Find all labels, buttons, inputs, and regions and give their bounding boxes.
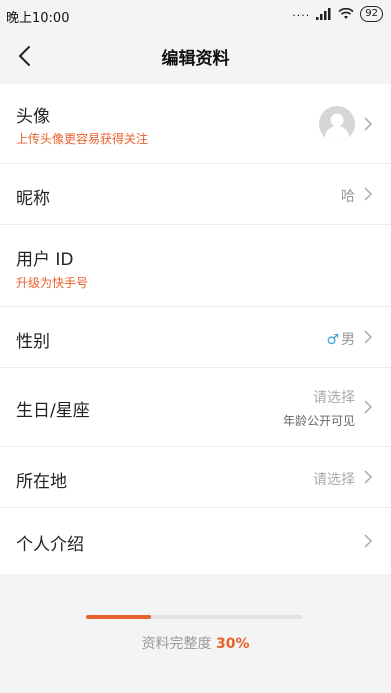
avatar-row[interactable]: 头像 上传头像更容易获得关注 — [0, 84, 391, 164]
chevron-right-icon — [363, 187, 373, 201]
chevron-right-icon — [363, 330, 373, 344]
avatar-hint: 上传头像更容易获得关注 — [16, 132, 149, 146]
signal-dots-icon: .... — [292, 5, 311, 19]
nickname-value: 哈 — [341, 189, 355, 205]
gender-value: 男 — [341, 332, 355, 348]
male-icon: ♂ — [326, 332, 339, 348]
status-time: 晚上10:00 — [6, 11, 70, 26]
completion-progress-fill — [86, 615, 151, 619]
avatar[interactable] — [319, 106, 355, 142]
completion-progress-bar — [86, 615, 302, 619]
location-row[interactable]: 所在地 请选择 — [0, 447, 391, 508]
userid-label: 用户 ID — [16, 250, 74, 270]
bio-label: 个人介绍 — [16, 535, 84, 555]
avatar-label: 头像 — [16, 107, 50, 127]
completion-label: 资料完整度 — [141, 636, 212, 652]
birthday-label: 生日/星座 — [16, 401, 90, 421]
signal-bars-icon — [316, 8, 331, 20]
nav-bar: 编辑资料 — [0, 30, 391, 82]
bio-row[interactable]: 个人介绍 — [0, 508, 391, 574]
status-icons: .... 92 — [292, 6, 383, 22]
chevron-right-icon — [363, 470, 373, 484]
location-value: 请选择 — [313, 472, 355, 488]
nickname-row[interactable]: 昵称 哈 — [0, 164, 391, 225]
nickname-label: 昵称 — [16, 189, 50, 209]
birthday-value: 请选择 — [313, 390, 355, 406]
wifi-icon — [338, 8, 354, 19]
profile-fields-list: 头像 上传头像更容易获得关注 昵称 哈 用户 ID 升级为快手号 性别 ♂男 — [0, 84, 391, 574]
userid-upgrade-link[interactable]: 升级为快手号 — [16, 274, 88, 291]
userid-row[interactable]: 用户 ID 升级为快手号 — [0, 225, 391, 307]
completion-text: 资料完整度 30% — [0, 633, 391, 653]
default-avatar-icon — [319, 106, 355, 142]
birthday-visibility-note: 年龄公开可见 — [282, 414, 355, 428]
chevron-right-icon — [363, 534, 373, 548]
birthday-row[interactable]: 生日/星座 请选择 年龄公开可见 — [0, 368, 391, 447]
gender-value-group: ♂ 男 — [326, 329, 355, 349]
location-label: 所在地 — [16, 472, 67, 492]
chevron-right-icon — [363, 117, 373, 131]
profile-completion: 资料完整度 30% — [0, 575, 391, 693]
gender-label: 性别 — [16, 332, 50, 352]
completion-percent: 30% — [215, 636, 250, 652]
chevron-right-icon — [363, 400, 373, 414]
battery-icon: 92 — [360, 6, 383, 22]
gender-row[interactable]: 性别 ♂ 男 — [0, 307, 391, 368]
page-title: 编辑资料 — [161, 49, 230, 69]
status-bar: 晚上10:00 .... 92 — [0, 0, 391, 30]
